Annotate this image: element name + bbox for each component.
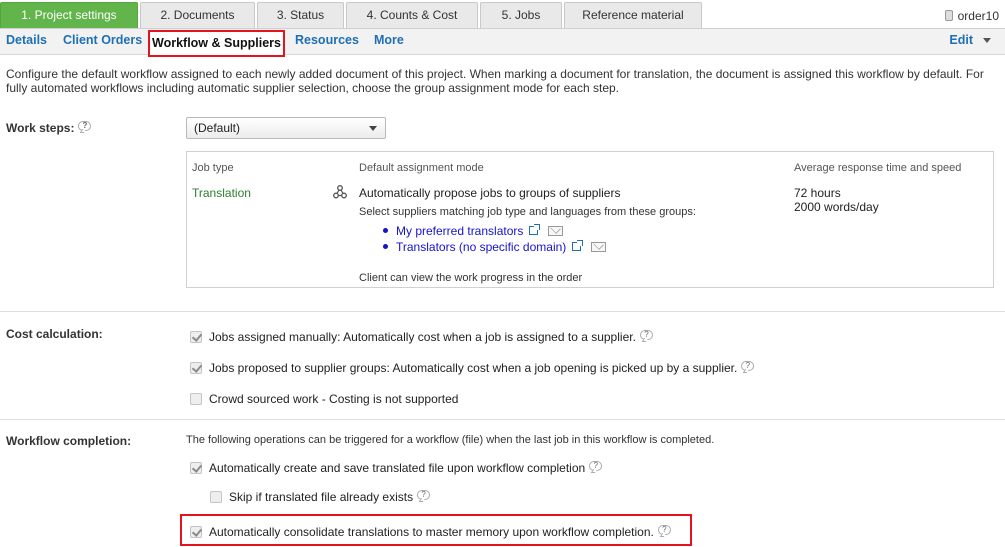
tab-counts-cost[interactable]: 4. Counts & Cost [346,2,478,28]
bullet-icon [383,244,388,249]
edit-label: Edit [949,33,973,47]
tab-status[interactable]: 3. Status [257,2,344,28]
list-item: My preferred translators [383,224,606,240]
work-steps-selected: (Default) [194,121,241,135]
help-icon[interactable]: ? [639,330,653,340]
header-response-time: Average response time and speed [794,162,962,174]
workflow-step-tabs: 1. Project settings 2. Documents 3. Stat… [0,2,1005,28]
checkbox-cost-groups[interactable] [190,362,202,374]
completion-option-consolidate[interactable]: Automatically consolidate translations t… [190,525,671,539]
completion-option-create-file-text: Automatically create and save translated… [209,461,586,475]
workflow-completion-label: Workflow completion: [6,434,132,448]
checkbox-consolidate-memory[interactable] [190,526,202,538]
client-progress-note: Client can view the work progress in the… [359,272,583,284]
response-info: 72 hours 2000 words/day [794,186,879,214]
cost-option-crowd-text: Crowd sourced work - Costing is not supp… [209,392,459,406]
cost-option-crowd[interactable]: Crowd sourced work - Costing is not supp… [190,392,458,406]
sub-navigation: Details Client Orders Workflow & Supplie… [0,28,1005,57]
help-icon[interactable]: ? [589,461,603,471]
list-item: Translators (no specific domain) [383,240,607,256]
cost-option-groups-text: Jobs proposed to supplier groups: Automa… [209,361,738,375]
assignment-sub-text: Select suppliers matching job type and l… [359,206,696,218]
nav-resources[interactable]: Resources [295,33,359,47]
help-icon[interactable]: ? [417,490,431,500]
bullet-icon [383,228,388,233]
tab-jobs[interactable]: 5. Jobs [480,2,562,28]
edit-menu-button[interactable]: Edit [949,33,991,47]
response-time: 72 hours [794,186,841,200]
checkbox-cost-manual[interactable] [190,331,202,343]
nav-client-orders[interactable]: Client Orders [63,33,142,47]
mail-icon[interactable] [591,242,607,252]
checkbox-cost-crowd[interactable] [190,393,202,405]
response-speed: 2000 words/day [794,200,879,214]
work-steps-label-text: Work steps: [6,121,75,135]
completion-option-consolidate-text: Automatically consolidate translations t… [209,525,654,539]
completion-option-skip-text: Skip if translated file already exists [229,490,414,504]
intro-text: Configure the default workflow assigned … [6,67,984,95]
completion-option-skip[interactable]: Skip if translated file already exists? [210,490,431,504]
external-link-icon[interactable] [529,224,541,235]
cost-option-groups[interactable]: Jobs proposed to supplier groups: Automa… [190,361,755,375]
help-icon[interactable]: ? [657,525,671,535]
work-steps-select[interactable]: (Default) [186,117,386,139]
tab-documents[interactable]: 2. Documents [140,2,255,28]
header-assignment-mode: Default assignment mode [359,162,484,174]
group-link-translators[interactable]: Translators (no specific domain) [396,240,566,254]
assignment-mode: Automatically propose jobs to groups of … [359,186,621,200]
job-type-translation: Translation [192,186,251,200]
group-link-preferred[interactable]: My preferred translators [396,224,523,238]
group-share-icon [333,185,347,199]
nav-details[interactable]: Details [6,33,47,47]
cost-calculation-label: Cost calculation: [6,327,103,341]
help-icon[interactable]: ? [78,121,92,131]
nav-more[interactable]: More [374,33,404,47]
nav-workflow-suppliers[interactable]: Workflow & Suppliers [148,30,285,57]
order-label: order10 [957,9,999,23]
chevron-down-icon [983,38,991,43]
chevron-down-icon [369,126,377,131]
checkbox-create-file[interactable] [190,462,202,474]
header-job-type: Job type [192,162,234,174]
supplier-group-list: My preferred translators Translators (no… [383,224,607,256]
cost-option-manual-text: Jobs assigned manually: Automatically co… [209,330,636,344]
external-link-icon[interactable] [572,240,584,251]
mail-icon[interactable] [548,226,564,236]
checkbox-skip-existing[interactable] [210,491,222,503]
cost-option-manual[interactable]: Jobs assigned manually: Automatically co… [190,330,653,344]
completion-note: The following operations can be triggere… [186,434,715,446]
completion-option-create-file[interactable]: Automatically create and save translated… [190,461,603,475]
help-icon[interactable]: ? [741,361,755,371]
section-divider [0,419,1005,420]
tab-project-settings[interactable]: 1. Project settings [0,2,138,28]
tab-reference-material[interactable]: Reference material [564,2,702,28]
work-steps-label: Work steps:? [6,121,92,135]
work-steps-table: Job type Default assignment mode Average… [186,151,994,288]
order-indicator: order10 [944,9,999,23]
section-divider [0,311,1005,312]
lock-icon [944,10,953,21]
